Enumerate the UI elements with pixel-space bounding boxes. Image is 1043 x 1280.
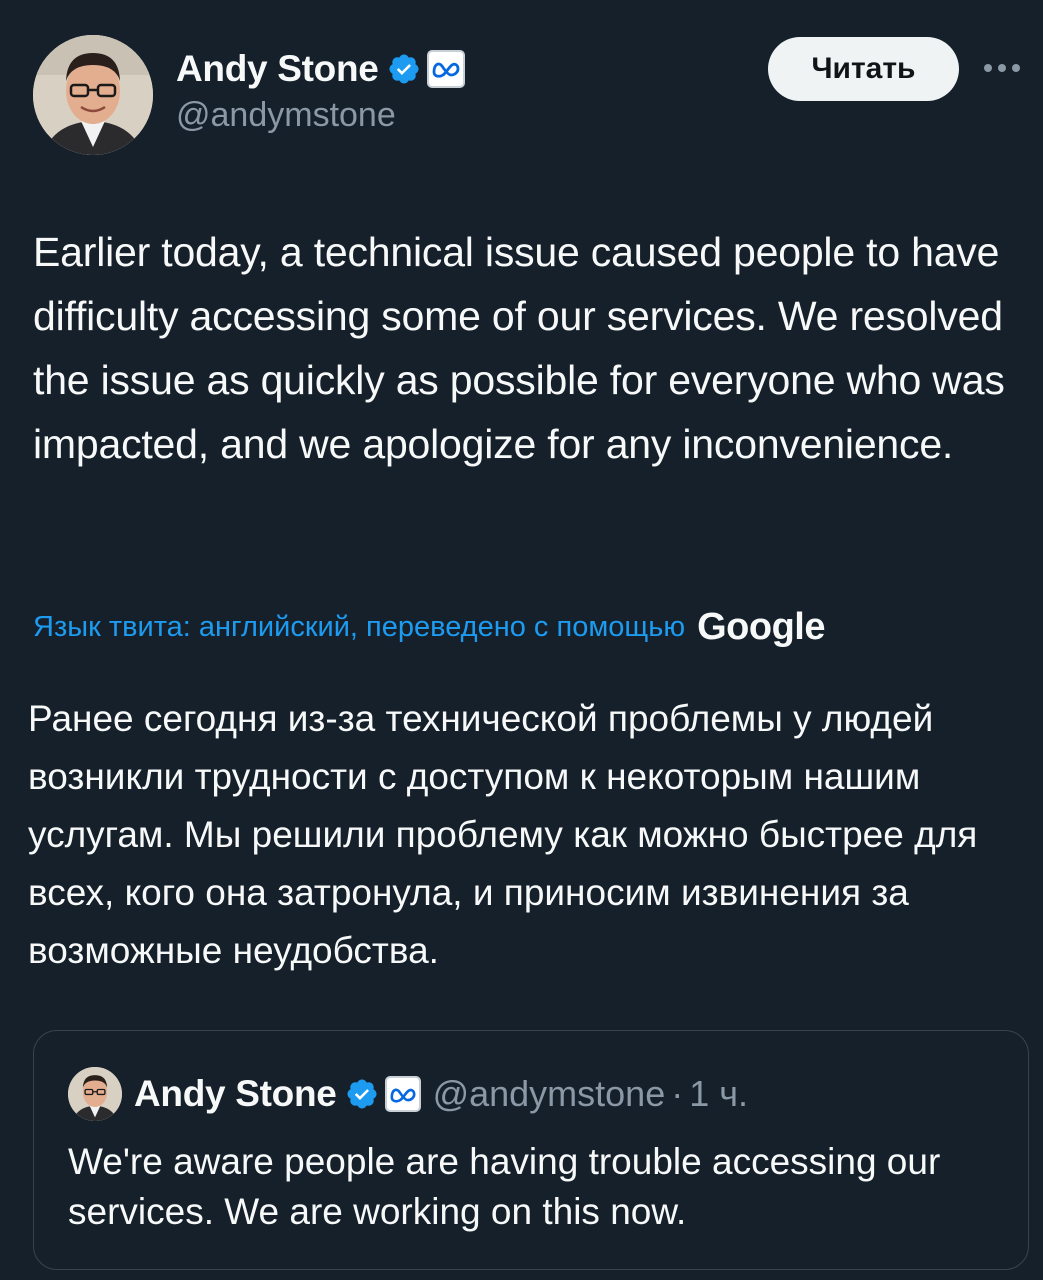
follow-button[interactable]: Читать bbox=[768, 37, 959, 101]
quoted-tweet-text: We're aware people are having trouble ac… bbox=[68, 1141, 941, 1232]
quoted-tweet-card[interactable]: Andy Stone @andymstone · 1 ч. We're awar… bbox=[33, 1030, 1029, 1270]
meta-logo-icon[interactable] bbox=[426, 50, 465, 88]
google-logo: Google bbox=[697, 606, 825, 648]
meta-logo-icon bbox=[384, 1076, 421, 1112]
author-info: Andy Stone @andymstone bbox=[176, 44, 465, 135]
translated-tweet-text: Ранее сегодня из-за технической проблемы… bbox=[28, 698, 978, 971]
author-name-row: Andy Stone bbox=[176, 44, 465, 94]
author-handle[interactable]: @andymstone bbox=[176, 96, 465, 135]
author-display-name[interactable]: Andy Stone bbox=[176, 48, 379, 90]
separator-dot: · bbox=[671, 1073, 684, 1114]
quoted-tweet-timestamp[interactable]: 1 ч. bbox=[689, 1073, 748, 1115]
tweet-header: Andy Stone @andymstone Читать bbox=[0, 0, 1043, 180]
quoted-author-avatar bbox=[68, 1067, 122, 1121]
verified-badge-icon[interactable] bbox=[387, 52, 421, 86]
quoted-tweet-header: Andy Stone @andymstone · 1 ч. bbox=[68, 1067, 748, 1121]
translation-attribution: Язык твита: английский, переведено с пом… bbox=[33, 606, 1023, 649]
quoted-author-handle: @andymstone bbox=[432, 1073, 666, 1114]
quoted-author-display-name: Andy Stone bbox=[134, 1073, 337, 1114]
verified-badge-icon bbox=[345, 1077, 379, 1111]
author-avatar[interactable] bbox=[33, 35, 153, 155]
more-options-icon[interactable] bbox=[984, 56, 1024, 80]
translation-link[interactable]: Язык твита: английский, переведено с пом… bbox=[33, 611, 685, 644]
tweet-text: Earlier today, a technical issue caused … bbox=[33, 229, 1005, 467]
